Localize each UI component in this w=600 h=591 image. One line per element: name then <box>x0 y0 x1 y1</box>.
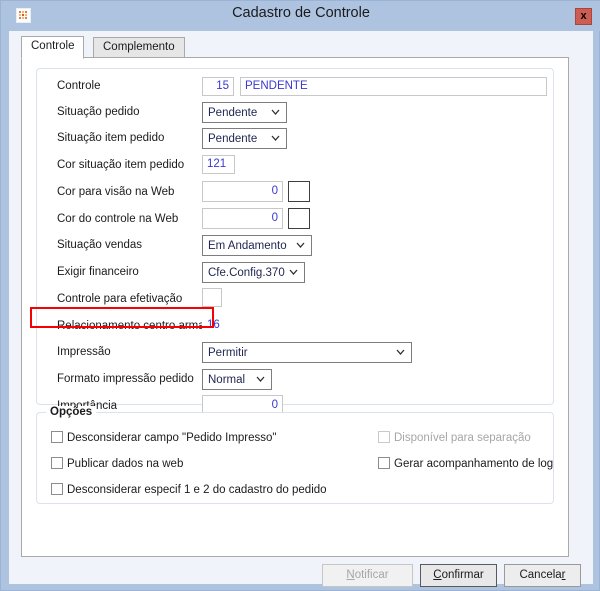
label-controle-efetivacao: Controle para efetivação <box>57 293 183 305</box>
select-situacao-item-pedido-value: Pendente <box>208 133 258 145</box>
input-cor-situacao-item-pedido[interactable]: 121 <box>202 155 235 174</box>
label-formato-impressao-pedido: Formato impressão pedido <box>57 373 194 385</box>
colorswatch-visao-web[interactable] <box>288 181 310 202</box>
select-situacao-pedido[interactable]: Pendente <box>202 102 287 123</box>
select-exigir-financeiro-value: Cfe.Config.370 <box>208 267 285 279</box>
label-situacao-vendas: Situação vendas <box>57 239 143 251</box>
tab-strip: Controle Complemento <box>21 36 569 59</box>
checkbox-box-icon <box>51 431 63 443</box>
checkbox-label: Publicar dados na web <box>67 458 184 470</box>
checkbox-box-icon <box>378 457 390 469</box>
select-formato-impressao-pedido[interactable]: Normal <box>202 369 272 390</box>
checkbox-box-icon <box>378 431 390 443</box>
label-impressao: Impressão <box>57 346 111 358</box>
tab-controle[interactable]: Controle <box>21 36 85 59</box>
chevron-down-icon <box>270 106 281 117</box>
cancelar-label-start: Cancela <box>519 569 562 581</box>
checkbox-desconsiderar-pedido-impresso[interactable]: Desconsiderar campo "Pedido Impresso" <box>51 431 277 444</box>
select-exigir-financeiro[interactable]: Cfe.Config.370 <box>202 262 305 283</box>
checkbox-box-icon <box>51 483 63 495</box>
checkbox-label: Desconsiderar campo "Pedido Impresso" <box>67 432 277 444</box>
checkbox-gerar-acompanhamento-de-log[interactable]: Gerar acompanhamento de log <box>378 457 553 470</box>
window-title: Cadastro de Controle <box>232 5 370 21</box>
chevron-down-icon <box>288 266 299 277</box>
notificar-button: Notificar <box>322 564 413 587</box>
checkbox-label: Gerar acompanhamento de log <box>394 458 554 470</box>
select-situacao-pedido-value: Pendente <box>208 107 258 119</box>
select-situacao-vendas[interactable]: Em Andamento <box>202 235 312 256</box>
input-controle-id[interactable]: 15 <box>202 77 234 96</box>
main-fields-group: Controle 15 PENDENTE Situação pedido Pen… <box>36 68 554 416</box>
dialog-window: Cadastro de Controle x Controle Compleme… <box>0 0 600 591</box>
label-controle: Controle <box>57 80 101 92</box>
notificar-label-rest: otificar <box>354 569 389 581</box>
close-icon[interactable]: x <box>575 8 592 25</box>
checkbox-box-icon <box>51 457 63 469</box>
options-group: Opções Desconsiderar campo "Pedido Impre… <box>36 406 554 504</box>
tab-underline <box>21 57 569 58</box>
checkbox-desconsiderar-especif-1-2[interactable]: Desconsiderar especif 1 e 2 do cadastro … <box>51 483 327 496</box>
input-relacionamento-centro-armaz[interactable]: 16 <box>202 316 231 335</box>
confirmar-mnemonic: C <box>433 569 442 581</box>
label-exigir-financeiro: Exigir financeiro <box>57 266 139 278</box>
label-relacionamento-centro-armaz: Relacionamento centro armaz. <box>57 320 214 332</box>
chevron-down-icon <box>295 239 306 250</box>
title-bar[interactable]: Cadastro de Controle x <box>1 1 600 31</box>
select-impressao-value: Permitir <box>208 347 248 359</box>
select-formato-impressao-pedido-value: Normal <box>208 374 246 386</box>
chevron-down-icon <box>255 373 266 384</box>
tab-panel-controle: Controle 15 PENDENTE Situação pedido Pen… <box>21 57 569 557</box>
options-group-legend: Opções <box>46 406 97 418</box>
label-situacao-pedido: Situação pedido <box>57 106 140 118</box>
label-cor-visao-web: Cor para visão na Web <box>57 186 175 198</box>
checkbox-label: Desconsiderar especif 1 e 2 do cadastro … <box>67 484 327 496</box>
checkbox-publicar-dados-na-web[interactable]: Publicar dados na web <box>51 457 183 470</box>
label-cor-controle-web: Cor do controle na Web <box>57 213 179 225</box>
confirmar-label-rest: onfirmar <box>441 569 484 581</box>
select-situacao-item-pedido[interactable]: Pendente <box>202 128 287 149</box>
cancelar-mnemonic: r <box>561 569 566 581</box>
checkbox-disponivel-para-separacao: Disponível para separação <box>378 431 531 444</box>
label-situacao-item-pedido: Situação item pedido <box>57 132 165 144</box>
select-impressao[interactable]: Permitir <box>202 342 412 363</box>
select-situacao-vendas-value: Em Andamento <box>208 240 287 252</box>
input-controle-desc[interactable]: PENDENTE <box>240 77 547 96</box>
checkbox-controle-efetivacao[interactable] <box>202 288 222 307</box>
tab-complemento[interactable]: Complemento <box>93 37 185 58</box>
input-cor-controle-web[interactable]: 0 <box>202 208 283 229</box>
checkbox-label: Disponível para separação <box>394 432 531 444</box>
chevron-down-icon <box>270 132 281 143</box>
chevron-down-icon <box>395 346 406 357</box>
cancelar-button[interactable]: Cancelar <box>504 564 581 587</box>
confirmar-button[interactable]: Confirmar <box>420 564 497 587</box>
input-cor-visao-web[interactable]: 0 <box>202 181 283 202</box>
colorswatch-controle-web[interactable] <box>288 208 310 229</box>
notificar-mnemonic: N <box>346 569 355 581</box>
dialog-client-area: Controle Complemento Controle 15 PENDENT… <box>9 31 593 587</box>
label-cor-situacao-item-pedido: Cor situação item pedido <box>57 159 185 171</box>
